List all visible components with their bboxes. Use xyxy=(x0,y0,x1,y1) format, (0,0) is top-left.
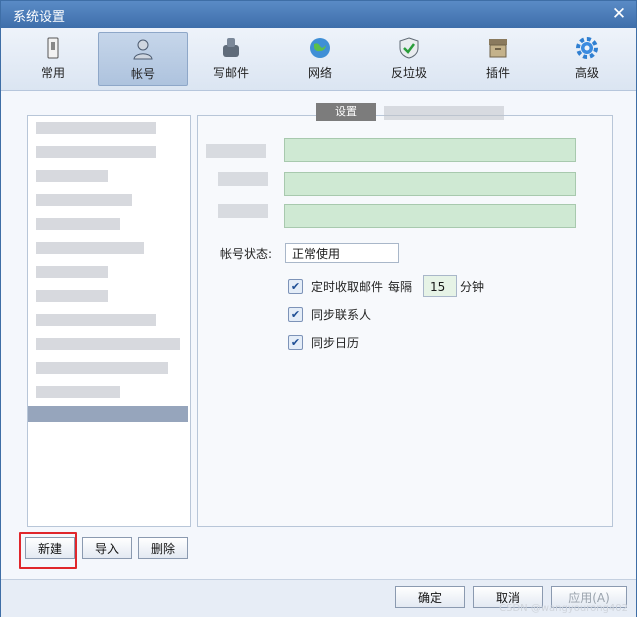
window-title: 系统设置 xyxy=(13,10,66,25)
account-detail-panel: 设置 帐号状态: 正常使用 ✔ 定时收取邮件 每隔 15 分钟 ✔ 同步联系人 … xyxy=(197,103,613,527)
tab-general[interactable]: 常用 xyxy=(9,32,97,84)
tab-plugins-label: 插件 xyxy=(485,66,510,80)
tab-account[interactable]: 帐号 xyxy=(98,32,188,86)
sync-contacts-row[interactable]: ✔ 同步联系人 xyxy=(288,306,371,322)
sync-calendar-label: 同步日历 xyxy=(311,335,360,350)
checkbox-checked-icon[interactable]: ✔ xyxy=(288,278,303,294)
list-item[interactable] xyxy=(36,122,156,134)
tab-plugins[interactable]: 插件 xyxy=(454,32,542,84)
general-icon xyxy=(47,37,59,59)
advanced-icon xyxy=(576,37,598,59)
highlight-box xyxy=(19,532,77,569)
list-item[interactable] xyxy=(36,386,120,398)
plugin-icon xyxy=(489,39,507,58)
list-item[interactable] xyxy=(36,218,120,230)
tab-network[interactable]: 网络 xyxy=(276,32,364,84)
tab-compose[interactable]: 写邮件 xyxy=(187,32,275,84)
compose-icon xyxy=(223,38,239,57)
account-field-2[interactable] xyxy=(284,172,576,196)
tab-network-label: 网络 xyxy=(307,66,332,80)
account-field-1[interactable] xyxy=(284,138,576,162)
list-item[interactable] xyxy=(36,362,168,374)
list-item[interactable] xyxy=(36,266,108,278)
list-item[interactable] xyxy=(36,242,144,254)
title-bar: 系统设置 ✕ xyxy=(1,1,636,28)
status-label: 帐号状态: xyxy=(220,247,273,261)
account-icon xyxy=(133,39,153,60)
tab-advanced[interactable]: 高级 xyxy=(543,32,631,84)
watermark: CSDN @wangyourong402 xyxy=(499,603,628,614)
tab-settings[interactable]: 设置 xyxy=(316,103,376,121)
interval-unit: 分钟 xyxy=(460,280,485,294)
status-select[interactable]: 正常使用 xyxy=(285,243,399,263)
antispam-icon xyxy=(399,37,419,59)
list-item[interactable] xyxy=(36,194,132,206)
close-icon[interactable]: ✕ xyxy=(610,5,628,23)
checkbox-checked-icon[interactable]: ✔ xyxy=(288,334,303,350)
settings-window: 系统设置 ✕ 常用 帐号 写邮件 网络 反垃圾 插件 高级 设置 帐号状态: 正… xyxy=(0,0,637,617)
list-item-selected[interactable] xyxy=(28,406,188,422)
delete-button[interactable]: 删除 xyxy=(138,537,188,559)
auto-fetch-row[interactable]: ✔ 定时收取邮件 xyxy=(288,278,383,294)
ok-button[interactable]: 确定 xyxy=(395,586,465,608)
obscured-label xyxy=(218,172,268,186)
checkbox-checked-icon[interactable]: ✔ xyxy=(288,306,303,322)
account-list[interactable] xyxy=(27,115,191,527)
sync-calendar-row[interactable]: ✔ 同步日历 xyxy=(288,334,359,350)
auto-fetch-label: 定时收取邮件 xyxy=(311,279,384,294)
account-field-3[interactable] xyxy=(284,204,576,228)
obscured-label xyxy=(206,144,266,158)
tab-account-label: 帐号 xyxy=(130,67,155,81)
settings-toolbar: 常用 帐号 写邮件 网络 反垃圾 插件 高级 xyxy=(1,28,636,91)
tab-advanced-label: 高级 xyxy=(574,66,599,80)
list-item[interactable] xyxy=(36,146,156,158)
interval-input[interactable]: 15 xyxy=(423,275,457,297)
import-button[interactable]: 导入 xyxy=(82,537,132,559)
network-icon xyxy=(310,38,330,58)
tab-compose-label: 写邮件 xyxy=(212,66,249,80)
list-item[interactable] xyxy=(36,338,180,350)
sync-contacts-label: 同步联系人 xyxy=(311,307,372,322)
obscured-label xyxy=(218,204,268,218)
obscured-text xyxy=(384,106,504,120)
list-item[interactable] xyxy=(36,290,108,302)
list-item[interactable] xyxy=(36,314,156,326)
tab-general-label: 常用 xyxy=(40,66,65,80)
dialog-footer: 确定 取消 应用(A) CSDN @wangyourong402 xyxy=(1,579,636,617)
interval-prefix: 每隔 xyxy=(388,280,413,294)
tab-antispam-label: 反垃圾 xyxy=(390,66,427,80)
list-item[interactable] xyxy=(36,170,108,182)
settings-body: 设置 帐号状态: 正常使用 ✔ 定时收取邮件 每隔 15 分钟 ✔ 同步联系人 … xyxy=(7,97,630,587)
tab-antispam[interactable]: 反垃圾 xyxy=(365,32,453,84)
